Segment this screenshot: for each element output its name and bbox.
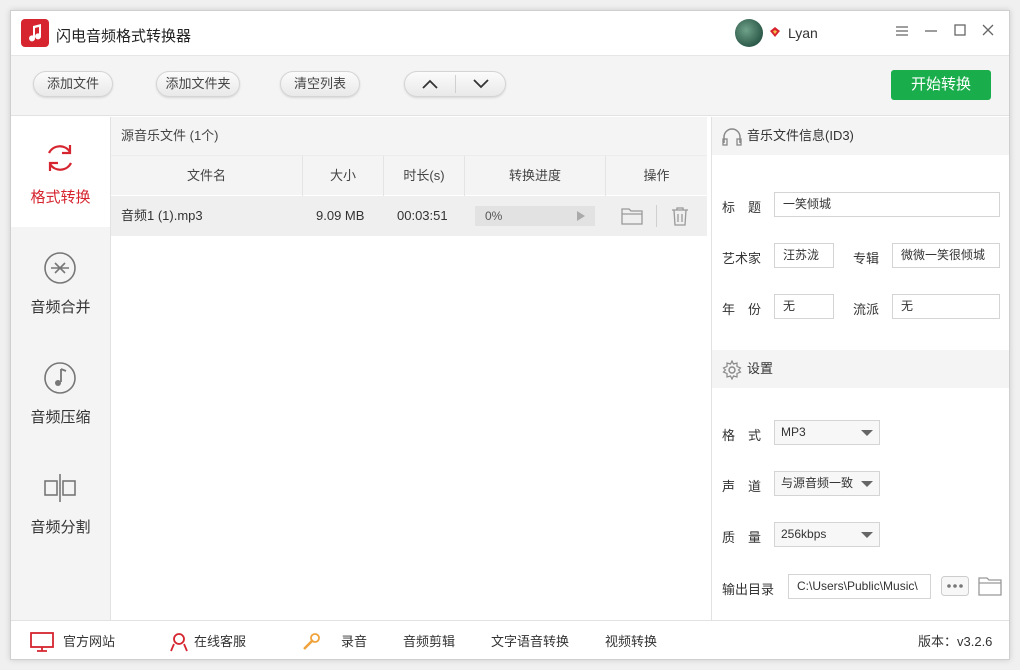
section-title: 音乐文件信息(ID3): [747, 128, 854, 143]
move-down-button[interactable]: [456, 72, 506, 96]
album-field[interactable]: 微微一笑很倾城: [892, 243, 1000, 268]
play-icon[interactable]: [577, 211, 585, 221]
app-title: 闪电音频格式转换器: [56, 28, 192, 45]
folder-icon[interactable]: [978, 576, 1002, 596]
genre-field[interactable]: 无: [892, 294, 1000, 319]
merge-icon: [44, 252, 76, 284]
column-header-size: 大小: [303, 156, 384, 196]
dropdown-arrow-icon: [861, 481, 873, 487]
format-value: MP3: [781, 425, 806, 439]
open-folder-icon[interactable]: [621, 207, 643, 225]
title-label: 标 题: [722, 200, 762, 215]
refresh-icon: [48, 145, 72, 171]
progress-bar: 0%: [475, 206, 595, 226]
quality-value: 256kbps: [781, 527, 827, 541]
section-title: 设置: [747, 361, 774, 376]
toolbar: 添加文件 添加文件夹 清空列表 开始转换: [11, 56, 1009, 116]
format-label: 格 式: [722, 428, 762, 443]
chevron-down-icon: [473, 79, 489, 89]
id3-section-header: 音乐文件信息(ID3): [712, 117, 1009, 155]
audio-edit-link[interactable]: 音频剪辑: [403, 621, 455, 659]
dropdown-arrow-icon: [861, 532, 873, 538]
quality-label: 质 量: [722, 530, 762, 545]
version-label: 版本：v3.2.6: [918, 634, 993, 649]
progress-text: 0%: [485, 209, 503, 223]
info-panel: 音乐文件信息(ID3) 标 题 一笑倾城 艺术家 汪苏泷 专辑 微微一笑很倾城 …: [711, 117, 1009, 620]
file-list-header: 源音乐文件 (1个): [111, 117, 707, 155]
more-icon[interactable]: [941, 576, 969, 596]
title-bar: 闪电音频格式转换器 Lyan: [11, 11, 1009, 56]
delete-icon[interactable]: [670, 206, 690, 226]
website-link[interactable]: 官方网站: [63, 621, 115, 659]
column-header-name: 文件名: [111, 156, 303, 196]
year-label: 年 份: [722, 302, 762, 317]
artist-label: 艺术家: [722, 251, 762, 266]
channel-value: 与源音频一致: [781, 476, 854, 490]
gear-icon: [722, 360, 742, 380]
headphones-icon: [722, 128, 742, 146]
add-folder-button[interactable]: 添加文件夹: [156, 71, 240, 97]
app-window: 闪电音频格式转换器 Lyan 添加文件 添加文件夹 清空列表 开始转换 格式转换…: [10, 10, 1010, 660]
file-name: 音频1 (1).mp3: [121, 208, 203, 223]
genre-label: 流派: [853, 302, 880, 317]
sidebar-item-label: 音频合并: [30, 299, 91, 316]
record-link[interactable]: 录音: [341, 621, 367, 659]
clear-list-button[interactable]: 清空列表: [280, 71, 360, 97]
app-logo-icon: [21, 19, 49, 47]
quality-select[interactable]: 256kbps: [774, 522, 880, 547]
monitor-icon: [30, 632, 54, 652]
sidebar-item-audio-split[interactable]: 音频分割: [11, 447, 110, 557]
column-header-progress: 转换进度: [465, 156, 606, 196]
file-list-columns: 文件名 大小 时长(s) 转换进度 操作: [111, 155, 707, 196]
split-icon: [44, 474, 76, 502]
start-convert-button[interactable]: 开始转换: [891, 70, 991, 100]
menu-icon[interactable]: [893, 23, 911, 41]
file-list-panel: 源音乐文件 (1个) 文件名 大小 时长(s) 转换进度 操作 音频1 (1).…: [111, 117, 707, 620]
year-field[interactable]: 无: [774, 294, 834, 319]
minimize-icon[interactable]: [922, 23, 940, 41]
close-icon[interactable]: [979, 23, 997, 41]
settings-section-header: 设置: [712, 350, 1009, 388]
move-up-button[interactable]: [405, 72, 455, 96]
video-convert-link[interactable]: 视频转换: [605, 621, 657, 659]
avatar[interactable]: [735, 19, 763, 47]
channel-select[interactable]: 与源音频一致: [774, 471, 880, 496]
column-header-duration: 时长(s): [384, 156, 465, 196]
table-row[interactable]: 音频1 (1).mp3 9.09 MB 00:03:51 0%: [111, 196, 707, 236]
sidebar-item-audio-merge[interactable]: 音频合并: [11, 227, 110, 337]
sidebar-item-format-convert[interactable]: 格式转换: [11, 117, 110, 227]
album-label: 专辑: [853, 251, 880, 266]
sidebar-item-audio-compress[interactable]: 音频压缩: [11, 337, 110, 447]
chevron-up-icon: [422, 79, 438, 89]
username[interactable]: Lyan: [788, 25, 818, 41]
maximize-icon[interactable]: [951, 23, 969, 41]
sidebar-item-label: 音频压缩: [30, 409, 91, 426]
bottom-bar: 官方网站 在线客服 录音 音频剪辑 文字语音转换 视频转换 版本：v3.2.6: [11, 620, 1009, 659]
dropdown-arrow-icon: [861, 430, 873, 436]
customer-service-icon: [170, 633, 188, 652]
reorder-buttons: [404, 71, 506, 97]
sidebar-item-label: 格式转换: [30, 189, 91, 206]
artist-field[interactable]: 汪苏泷: [774, 243, 834, 268]
online-service-link[interactable]: 在线客服: [194, 621, 246, 659]
column-header-actions: 操作: [643, 168, 670, 183]
sidebar-item-label: 音频分割: [30, 519, 91, 536]
add-file-button[interactable]: 添加文件: [33, 71, 113, 97]
text-to-speech-link[interactable]: 文字语音转换: [491, 621, 569, 659]
microphone-icon: [303, 633, 320, 650]
format-select[interactable]: MP3: [774, 420, 880, 445]
channel-label: 声 道: [722, 479, 762, 494]
output-dir-field[interactable]: C:\Users\Public\Music\: [788, 574, 931, 599]
title-field[interactable]: 一笑倾城: [774, 192, 1000, 217]
output-label: 输出目录: [722, 582, 775, 597]
music-note-icon: [44, 362, 76, 394]
file-duration: 00:03:51: [397, 208, 448, 223]
vip-diamond-icon: [770, 27, 780, 37]
divider: [656, 205, 657, 227]
file-size: 9.09 MB: [316, 208, 365, 223]
sidebar: 格式转换 音频合并 音频压缩 音频分割: [11, 117, 111, 620]
